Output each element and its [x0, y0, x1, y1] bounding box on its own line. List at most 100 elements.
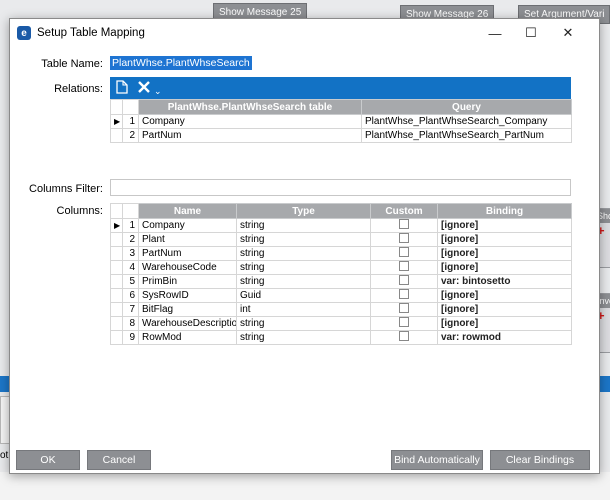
app-e-icon: e [17, 26, 31, 40]
row-number: 6 [122, 288, 139, 303]
binding-cell[interactable]: [ignore] [437, 302, 572, 317]
cancel-button[interactable]: Cancel [87, 450, 151, 470]
table-cell[interactable]: WarehouseDescriptio [138, 316, 237, 331]
table-cell[interactable]: SysRowID [138, 288, 237, 303]
custom-checkbox[interactable] [370, 232, 438, 247]
row-number: 8 [122, 316, 139, 331]
row-number: 4 [122, 260, 139, 275]
column-header[interactable]: Type [236, 203, 371, 219]
column-header[interactable]: Name [138, 203, 237, 219]
binding-cell[interactable]: var: bintosetto [437, 274, 572, 289]
x-icon[interactable] [138, 80, 150, 97]
row-number: 3 [122, 246, 139, 261]
row-selector [110, 128, 123, 143]
custom-checkbox[interactable] [370, 218, 438, 233]
table-cell[interactable]: Company [138, 218, 237, 233]
custom-checkbox[interactable] [370, 330, 438, 345]
current-row-indicator-icon: ▶ [110, 114, 123, 129]
table-cell[interactable]: Guid [236, 288, 371, 303]
table-cell[interactable]: Company [138, 114, 362, 129]
table-cell[interactable]: string [236, 274, 371, 289]
table-row[interactable]: 5 PrimBin string var: bintosetto [110, 274, 572, 289]
row-header-corner [110, 99, 123, 115]
table-cell[interactable]: WarehouseCode [138, 260, 237, 275]
table-cell[interactable]: string [236, 260, 371, 275]
column-header[interactable]: Binding [437, 203, 572, 219]
table-row[interactable]: 6 SysRowID Guid [ignore] [110, 288, 572, 303]
custom-checkbox[interactable] [370, 288, 438, 303]
custom-checkbox[interactable] [370, 302, 438, 317]
custom-checkbox[interactable] [370, 260, 438, 275]
row-header-corner [122, 203, 139, 219]
table-cell[interactable]: Plant [138, 232, 237, 247]
minimize-button[interactable]: — [477, 19, 513, 47]
row-selector [110, 274, 123, 289]
table-cell[interactable]: int [236, 302, 371, 317]
table-cell[interactable]: RowMod [138, 330, 237, 345]
table-row[interactable]: 7 BitFlag int [ignore] [110, 302, 572, 317]
table-name-field[interactable]: PlantWhse.PlantWhseSearch [110, 56, 571, 72]
table-cell[interactable]: string [236, 316, 371, 331]
table-row[interactable]: 2 PartNum PlantWhse_PlantWhseSearch_Part… [110, 128, 572, 143]
columns-filter-label: Columns Filter: [29, 183, 103, 195]
custom-checkbox[interactable] [370, 246, 438, 261]
table-cell[interactable]: PlantWhse_PlantWhseSearch_PartNum [361, 128, 572, 143]
row-number: 5 [122, 274, 139, 289]
table-row[interactable]: ▶ 1 Company string [ignore] [110, 218, 572, 233]
table-cell[interactable]: PlantWhse_PlantWhseSearch_Company [361, 114, 572, 129]
columns-filter-input[interactable] [110, 179, 571, 196]
columns-label: Columns: [56, 205, 103, 217]
row-selector [110, 316, 123, 331]
dialog-title: Setup Table Mapping [37, 27, 145, 39]
table-cell[interactable]: string [236, 246, 371, 261]
table-cell[interactable]: PartNum [138, 128, 362, 143]
current-row-indicator-icon: ▶ [110, 218, 123, 233]
binding-cell[interactable]: [ignore] [437, 288, 572, 303]
binding-cell[interactable]: [ignore] [437, 232, 572, 247]
close-button[interactable]: ✕ [550, 19, 586, 47]
binding-cell[interactable]: [ignore] [437, 260, 572, 275]
table-cell[interactable]: string [236, 330, 371, 345]
row-selector [110, 302, 123, 317]
table-row[interactable]: 4 WarehouseCode string [ignore] [110, 260, 572, 275]
bind-automatically-button[interactable]: Bind Automatically [391, 450, 483, 470]
background-footer [0, 472, 610, 500]
ok-button[interactable]: OK [16, 450, 80, 470]
table-cell[interactable]: BitFlag [138, 302, 237, 317]
row-selector [110, 330, 123, 345]
row-header-corner [110, 203, 123, 219]
title-bar[interactable]: e Setup Table Mapping — ☐ ✕ [10, 19, 599, 47]
document-icon[interactable] [116, 79, 128, 98]
row-selector [110, 232, 123, 247]
table-row[interactable]: 2 Plant string [ignore] [110, 232, 572, 247]
row-selector [110, 260, 123, 275]
relations-label: Relations: [54, 83, 103, 95]
column-header[interactable]: Query [361, 99, 572, 115]
table-cell[interactable]: string [236, 218, 371, 233]
row-number: 7 [122, 302, 139, 317]
table-cell[interactable]: PrimBin [138, 274, 237, 289]
row-number: 2 [122, 232, 139, 247]
table-row[interactable]: ▶ 1 Company PlantWhse_PlantWhseSearch_Co… [110, 114, 572, 129]
clear-bindings-button[interactable]: Clear Bindings [490, 450, 590, 470]
table-row[interactable]: 8 WarehouseDescriptio string [ignore] [110, 316, 572, 331]
custom-checkbox[interactable] [370, 316, 438, 331]
table-row[interactable]: 9 RowMod string var: rowmod [110, 330, 572, 345]
table-cell[interactable]: string [236, 232, 371, 247]
maximize-button[interactable]: ☐ [513, 19, 549, 47]
binding-cell[interactable]: var: rowmod [437, 330, 572, 345]
custom-checkbox[interactable] [370, 274, 438, 289]
column-header[interactable]: PlantWhse.PlantWhseSearch table [138, 99, 362, 115]
table-row[interactable]: 3 PartNum string [ignore] [110, 246, 572, 261]
table-name-value[interactable]: PlantWhse.PlantWhseSearch [110, 56, 252, 70]
relations-toolbar: ⌄ [110, 77, 571, 100]
binding-cell[interactable]: [ignore] [437, 218, 572, 233]
column-header[interactable]: Custom [370, 203, 438, 219]
row-number: 1 [122, 114, 139, 129]
table-cell[interactable]: PartNum [138, 246, 237, 261]
chevron-down-icon[interactable]: ⌄ [154, 86, 162, 97]
row-number: 2 [122, 128, 139, 143]
binding-cell[interactable]: [ignore] [437, 316, 572, 331]
row-header-corner [122, 99, 139, 115]
binding-cell[interactable]: [ignore] [437, 246, 572, 261]
